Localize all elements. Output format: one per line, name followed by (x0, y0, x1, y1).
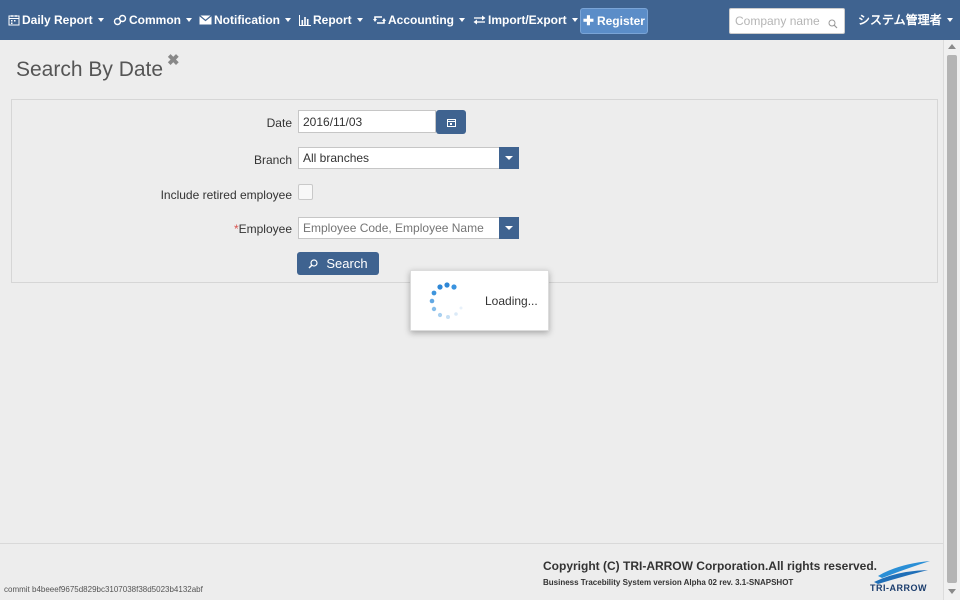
nav-common-label: Common (129, 13, 181, 27)
envelope-icon (199, 15, 212, 25)
branch-label: Branch (253, 153, 292, 167)
spinner-icon (429, 282, 463, 319)
nav-import-export[interactable]: Import/Export (473, 0, 578, 40)
branch-select[interactable]: All branches (298, 147, 519, 169)
nav-report[interactable]: Report (299, 0, 363, 40)
nav-accounting[interactable]: Accounting (373, 0, 465, 40)
logo-text: TRI-ARROW (870, 583, 927, 593)
plus-icon: ✚ (583, 13, 594, 28)
employee-label-text: Employee (238, 222, 292, 236)
nav-daily-report-label: Daily Report (22, 13, 93, 27)
employee-label: *Employee (200, 222, 292, 236)
search-icon (308, 258, 318, 269)
retired-checkbox[interactable] (298, 184, 313, 200)
nav-common[interactable]: Common (113, 0, 192, 40)
retweet-icon (373, 15, 386, 25)
footer-divider (0, 543, 943, 544)
employee-input[interactable] (303, 221, 493, 235)
nav-daily-report[interactable]: Daily Report (8, 0, 104, 40)
date-value: 2016/11/03 (303, 114, 363, 129)
chevron-down-icon (285, 18, 291, 22)
search-button-label: Search (326, 256, 368, 271)
version-text: Business Tracebility System version Alph… (543, 578, 794, 587)
exchange-icon (473, 15, 486, 25)
branch-value: All branches (303, 151, 370, 165)
calendar-button[interactable] (436, 110, 466, 134)
scroll-down-arrow[interactable] (948, 589, 956, 594)
chevron-down-icon (356, 18, 363, 22)
chevron-down-icon (459, 18, 465, 22)
chevron-down-icon (571, 18, 578, 22)
page-title: Search By Date (16, 58, 164, 81)
close-icon[interactable]: ✖ (167, 51, 180, 69)
retired-label: Include retired employee (160, 188, 292, 202)
chevron-down-icon (505, 156, 513, 160)
chevron-down-icon (505, 226, 513, 230)
employee-dropdown-button[interactable] (499, 217, 519, 239)
nav-accounting-label: Accounting (388, 13, 454, 27)
nav-report-label: Report (313, 13, 352, 27)
copyright-text: Copyright (C) TRI-ARROW Corporation.All … (543, 559, 878, 573)
top-navbar: Daily Report Common Notification Report … (0, 0, 960, 40)
date-label: Date (266, 116, 292, 130)
scroll-thumb[interactable] (947, 55, 957, 583)
nav-import-export-label: Import/Export (488, 13, 567, 27)
company-search-input[interactable] (735, 14, 825, 28)
user-menu-label: システム管理者 (858, 13, 942, 27)
employee-select[interactable] (298, 217, 519, 239)
nav-notification-label: Notification (214, 13, 280, 27)
calendar-icon (446, 118, 456, 127)
calendar-icon (8, 14, 20, 26)
link-icon (113, 14, 127, 26)
search-button[interactable]: Search (297, 252, 379, 275)
date-input[interactable]: 2016/11/03 (298, 110, 436, 133)
user-menu[interactable]: システム管理者 (858, 0, 953, 40)
search-icon[interactable] (828, 16, 838, 34)
scroll-up-arrow[interactable] (948, 44, 956, 49)
chevron-down-icon (97, 18, 104, 22)
loading-dialog: Loading... (410, 270, 549, 331)
company-search[interactable] (729, 8, 845, 34)
register-label: Register (596, 14, 645, 28)
commit-hash: commit b4beeef9675d829bc3107038f38d5023b… (4, 585, 203, 594)
nav-notification[interactable]: Notification (199, 0, 291, 40)
loading-text: Loading... (485, 294, 538, 308)
chevron-down-icon (186, 18, 192, 22)
register-button[interactable]: ✚ Register (580, 8, 648, 34)
branch-dropdown-button[interactable] (499, 147, 519, 169)
bar-chart-icon (299, 14, 311, 26)
vertical-scrollbar[interactable] (943, 40, 960, 600)
chevron-down-icon (946, 18, 953, 22)
